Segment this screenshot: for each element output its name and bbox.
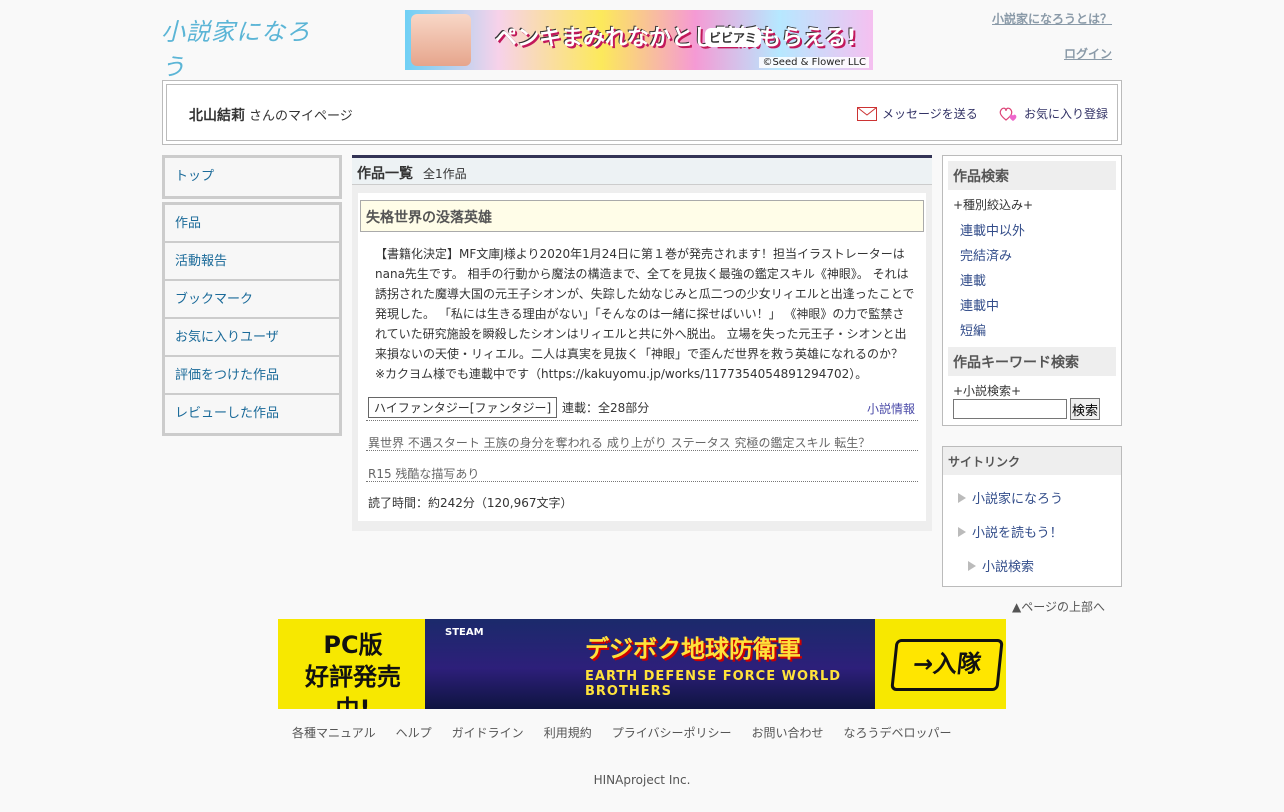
steam-logo: STEAM [445, 627, 484, 638]
ad-on-sale-text: 好評発売中! [305, 663, 401, 709]
nav-item-reviewed-works[interactable]: レビューした作品 [165, 395, 339, 433]
ad-left-text: PC版 好評発売中! [288, 629, 418, 709]
works-list-title: 作品一覧 [357, 166, 413, 182]
filter-label: +種別絞込み+ [953, 198, 1034, 212]
nav-item-rated-works[interactable]: 評価をつけた作品 [165, 357, 339, 395]
triangle-right-icon [968, 560, 976, 571]
site-links-panel: サイトリンク 小説家になろう 小説を読もう！ 小説検索 [942, 446, 1122, 587]
filter-serial[interactable]: 連載 [960, 270, 986, 289]
footer-link-contact[interactable]: お問い合わせ [751, 724, 823, 741]
login-link[interactable]: ログイン [1064, 45, 1112, 62]
favorite-button[interactable]: お気に入り登録 [999, 105, 1108, 122]
user-name-suffix: さんのマイページ [249, 109, 353, 124]
triangle-right-icon [958, 526, 966, 537]
rating-note: R15 残酷な描写あり [368, 467, 480, 481]
footer-link-guideline[interactable]: ガイドライン [452, 724, 524, 741]
footer-link-manual[interactable]: 各種マニュアル [292, 724, 376, 741]
footer-link-help[interactable]: ヘルプ [396, 724, 432, 741]
keyword-search-label: +小説検索+ [953, 384, 1022, 398]
nav-item-favorite-users[interactable]: お気に入りユーザ [165, 319, 339, 357]
nav-item-top[interactable]: トップ [165, 158, 339, 196]
footer-link-developer[interactable]: なろうデベロッパー [843, 724, 951, 741]
site-link-label: 小説家になろう [972, 492, 1064, 507]
left-nav-menu: 作品 活動報告 ブックマーク お気に入りユーザ 評価をつけた作品 レビューした作… [162, 202, 342, 436]
work-search-panel: 作品検索 +種別絞込み+ 連載中以外 完結済み 連載 連載中 短編 作品キーワー… [942, 155, 1122, 426]
about-link[interactable]: 小説家になろうとは？ [992, 10, 1112, 27]
copyright: HINAproject Inc. [593, 773, 691, 787]
filter-completed[interactable]: 完結済み [960, 245, 1012, 264]
page-title: 北山結莉 さんのマイページ [189, 105, 353, 125]
ad-game-subtitle: EARTH DEFENSE FORCE WORLD BROTHERS [585, 669, 842, 699]
search-input[interactable] [953, 399, 1067, 419]
works-list-header: 作品一覧 全1作品 [352, 155, 932, 185]
site-link-label: 小説検索 [982, 560, 1035, 575]
filter-short[interactable]: 短編 [960, 320, 986, 339]
nav-item-bookmark[interactable]: ブックマーク [165, 281, 339, 319]
read-time: 読了時間：約242分（120,967文字） [368, 496, 573, 510]
work-search-title: 作品検索 [948, 161, 1116, 190]
keyword-search-title: 作品キーワード検索 [948, 347, 1116, 376]
heart-icon [999, 107, 1017, 121]
site-link-narou[interactable]: 小説家になろう [958, 488, 1063, 507]
nav-item-activity[interactable]: 活動報告 [165, 243, 339, 281]
mypage-bar-inner: 北山結莉 さんのマイページ メッセージを送る お気に入り登録 [166, 84, 1118, 141]
keyword-list: 異世界 不遇スタート 王族の身分を奪われる 成り上がり ステータス 究極の鑑定ス… [368, 436, 871, 450]
left-nav-top: トップ [162, 155, 342, 199]
divider [366, 481, 918, 482]
favorite-label: お気に入り登録 [1024, 107, 1109, 121]
genre-tag: ハイファンタジー[ファンタジー] [368, 397, 558, 418]
divider [366, 450, 918, 451]
nav-item-works[interactable]: 作品 [165, 205, 339, 243]
bottom-banner-ad[interactable]: PC版 好評発売中! STEAM デジボク地球防衛軍 EARTH DEFENSE… [278, 619, 1006, 709]
ad-copyright: ©Seed & Flower LLC [759, 57, 869, 68]
ad-portrait-image [411, 14, 471, 66]
work-summary: 【書籍化決定】MF文庫J様より2020年1月24日に第１巻が発売されます！担当イ… [375, 247, 915, 381]
ad-pc-text: PC版 [323, 631, 383, 659]
site-logo-text: 小説家になろう [161, 18, 311, 81]
ad-game-artwork: STEAM デジボク地球防衛軍 EARTH DEFENSE FORCE WORL… [425, 619, 875, 709]
site-links-title: サイトリンク [943, 447, 1121, 475]
work-title-link[interactable]: 失格世界の没落英雄 [360, 200, 924, 232]
ad-badge: ビビアミ [705, 28, 761, 47]
mypage-bar: 北山結莉 さんのマイページ メッセージを送る お気に入り登録 [162, 80, 1122, 145]
ad-game-title: デジボク地球防衛軍 [585, 635, 801, 663]
divider [366, 420, 918, 421]
page-top-link[interactable]: ▲ページの上部へ [1012, 598, 1105, 615]
send-message-label: メッセージを送る [882, 107, 978, 121]
site-link-search[interactable]: 小説検索 [968, 556, 1034, 575]
filter-serializing[interactable]: 連載中 [960, 295, 999, 314]
triangle-right-icon [958, 492, 966, 503]
footer-links: 各種マニュアル ヘルプ ガイドライン 利用規約 プライバシーポリシー お問い合わ… [292, 724, 952, 741]
user-name: 北山結莉 [189, 108, 245, 124]
envelope-icon [857, 106, 877, 121]
novel-info-link[interactable]: 小説情報 [867, 400, 915, 417]
ad-join-button[interactable]: →入隊 [890, 639, 1004, 691]
send-message-button[interactable]: メッセージを送る [857, 105, 978, 122]
filter-not-serializing[interactable]: 連載中以外 [960, 220, 1025, 239]
works-list: 作品一覧 全1作品 失格世界の没落英雄 【書籍化決定】MF文庫J様より2020年… [352, 155, 932, 531]
footer-link-terms[interactable]: 利用規約 [544, 724, 592, 741]
site-logo[interactable]: 小説家になろう [161, 12, 331, 81]
works-count: 全1作品 [423, 167, 467, 181]
site-link-label: 小説を読もう！ [972, 526, 1063, 541]
serial-status: 連載：全28部分 [562, 401, 650, 415]
search-button[interactable]: 検索 [1070, 398, 1100, 420]
ad-headline: ペンキまみれなかとし壁紙もらえる! [495, 26, 857, 51]
site-link-yomou[interactable]: 小説を読もう！ [958, 522, 1063, 541]
footer-link-privacy[interactable]: プライバシーポリシー [612, 724, 732, 741]
top-banner-ad[interactable]: ペンキまみれなかとし壁紙もらえる! ビビアミ ©Seed & Flower LL… [405, 10, 873, 70]
work-card: 失格世界の没落英雄 【書籍化決定】MF文庫J様より2020年1月24日に第１巻が… [358, 193, 926, 521]
